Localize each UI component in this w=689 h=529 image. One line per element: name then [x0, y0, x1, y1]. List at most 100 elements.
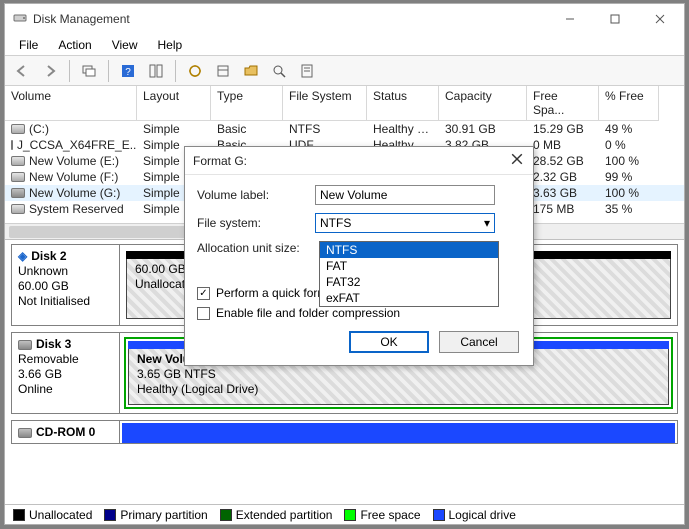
separator [69, 60, 70, 82]
cell-pct: 35 % [599, 201, 659, 217]
cell-fs: NTFS [283, 121, 367, 137]
compression-label: Enable file and folder compression [216, 306, 400, 320]
fs-option-exfat[interactable]: exFAT [320, 290, 498, 306]
filesystem-combo[interactable]: NTFS ▾ [315, 213, 495, 233]
menubar: File Action View Help [5, 34, 684, 56]
cell-pct: 100 % [599, 185, 659, 201]
volume-label-input[interactable]: New Volume [315, 185, 495, 205]
cell-free: 15.29 GB [527, 121, 599, 137]
cell-volume: (C:) [29, 122, 49, 136]
cell-pct: 0 % [599, 137, 659, 153]
legend-unallocated: Unallocated [13, 508, 92, 522]
format-dialog: Format G: Volume label: New Volume File … [184, 146, 534, 366]
dialog-title: Format G: [193, 154, 247, 168]
cell-volume: J_CCSA_X64FRE_E... [17, 138, 137, 152]
cell-free: 175 MB [527, 201, 599, 217]
toolbar: ? [5, 56, 684, 86]
cell-volume: New Volume (F:) [29, 170, 118, 184]
legend-logical: Logical drive [433, 508, 516, 522]
col-type[interactable]: Type [211, 86, 283, 121]
filesystem-dropdown: NTFS FAT FAT32 exFAT [319, 241, 499, 307]
cancel-button[interactable]: Cancel [439, 331, 519, 353]
fs-option-fat32[interactable]: FAT32 [320, 274, 498, 290]
cell-pct: 99 % [599, 169, 659, 185]
fs-option-fat[interactable]: FAT [320, 258, 498, 274]
col-pctfree[interactable]: % Free [599, 86, 659, 121]
drive-icon [11, 156, 25, 166]
label-filesystem: File system: [197, 216, 307, 230]
cell-pct: 49 % [599, 121, 659, 137]
separator [175, 60, 176, 82]
label-allocation: Allocation unit size: [197, 241, 307, 255]
legend-extended: Extended partition [220, 508, 333, 522]
list-header: Volume Layout Type File System Status Ca… [5, 86, 684, 121]
col-filesystem[interactable]: File System [283, 86, 367, 121]
window-title: Disk Management [33, 12, 547, 26]
cell-layout: Simple [137, 121, 211, 137]
back-icon[interactable] [11, 60, 33, 82]
disk-info: Disk 3 Removable 3.66 GB Online [12, 333, 120, 413]
label-volume: Volume label: [197, 188, 307, 202]
quick-format-checkbox[interactable]: ✓ [197, 287, 210, 300]
col-free[interactable]: Free Spa... [527, 86, 599, 121]
disk-panel-cdrom: CD-ROM 0 [11, 420, 678, 444]
close-button[interactable] [637, 4, 682, 34]
app-icon [13, 11, 27, 28]
legend: Unallocated Primary partition Extended p… [5, 504, 684, 524]
menu-file[interactable]: File [9, 36, 48, 54]
maximize-button[interactable] [592, 4, 637, 34]
cell-pct: 100 % [599, 153, 659, 169]
forward-icon[interactable] [39, 60, 61, 82]
menu-help[interactable]: Help [148, 36, 193, 54]
cell-volume: New Volume (G:) [29, 186, 120, 200]
disk-kind: Removable [18, 352, 113, 367]
removable-icon [18, 340, 32, 350]
legend-primary: Primary partition [104, 508, 207, 522]
action-icon[interactable] [184, 60, 206, 82]
disk-state: Online [18, 382, 113, 397]
cell-volume: New Volume (E:) [29, 154, 119, 168]
menu-action[interactable]: Action [48, 36, 101, 54]
drive-icon [11, 172, 25, 182]
cell-free: 0 MB [527, 137, 599, 153]
help-icon[interactable]: ? [117, 60, 139, 82]
disk-info: ◈Disk 2 Unknown 60.00 GB Not Initialised [12, 245, 120, 325]
disk-title: CD-ROM 0 [36, 425, 95, 440]
refresh-icon[interactable] [212, 60, 234, 82]
col-status[interactable]: Status [367, 86, 439, 121]
col-volume[interactable]: Volume [5, 86, 137, 121]
fs-option-ntfs[interactable]: NTFS [320, 242, 498, 258]
layers-icon[interactable] [78, 60, 100, 82]
folder-icon[interactable] [240, 60, 262, 82]
drive-icon [11, 124, 25, 134]
col-capacity[interactable]: Capacity [439, 86, 527, 121]
disk-title: Disk 3 [36, 337, 71, 352]
cell-capacity: 30.91 GB [439, 121, 527, 137]
cell-free: 28.52 GB [527, 153, 599, 169]
disk-help-icon: ◈ [18, 249, 27, 264]
list-row[interactable]: (C:) Simple Basic NTFS Healthy (B... 30.… [5, 121, 684, 137]
cell-free: 2.32 GB [527, 169, 599, 185]
ok-button[interactable]: OK [349, 331, 429, 353]
disk-title: Disk 2 [31, 249, 66, 264]
search-icon[interactable] [268, 60, 290, 82]
partition-detail: 3.65 GB NTFS [137, 367, 660, 382]
dialog-close-button[interactable] [509, 151, 525, 170]
details-icon[interactable] [145, 60, 167, 82]
disk-size: 60.00 GB [18, 279, 113, 294]
minimize-button[interactable] [547, 4, 592, 34]
compression-checkbox[interactable] [197, 307, 210, 320]
cell-volume: System Reserved [29, 202, 124, 216]
cdrom-icon [18, 428, 32, 438]
cell-free: 3.63 GB [527, 185, 599, 201]
properties-icon[interactable] [296, 60, 318, 82]
legend-free: Free space [344, 508, 420, 522]
svg-text:?: ? [125, 67, 131, 78]
disk-info: CD-ROM 0 [12, 421, 120, 443]
drive-icon [11, 188, 25, 198]
col-layout[interactable]: Layout [137, 86, 211, 121]
drive-icon [11, 204, 25, 214]
chevron-down-icon: ▾ [484, 216, 490, 230]
menu-view[interactable]: View [102, 36, 148, 54]
cell-type: Basic [211, 121, 283, 137]
